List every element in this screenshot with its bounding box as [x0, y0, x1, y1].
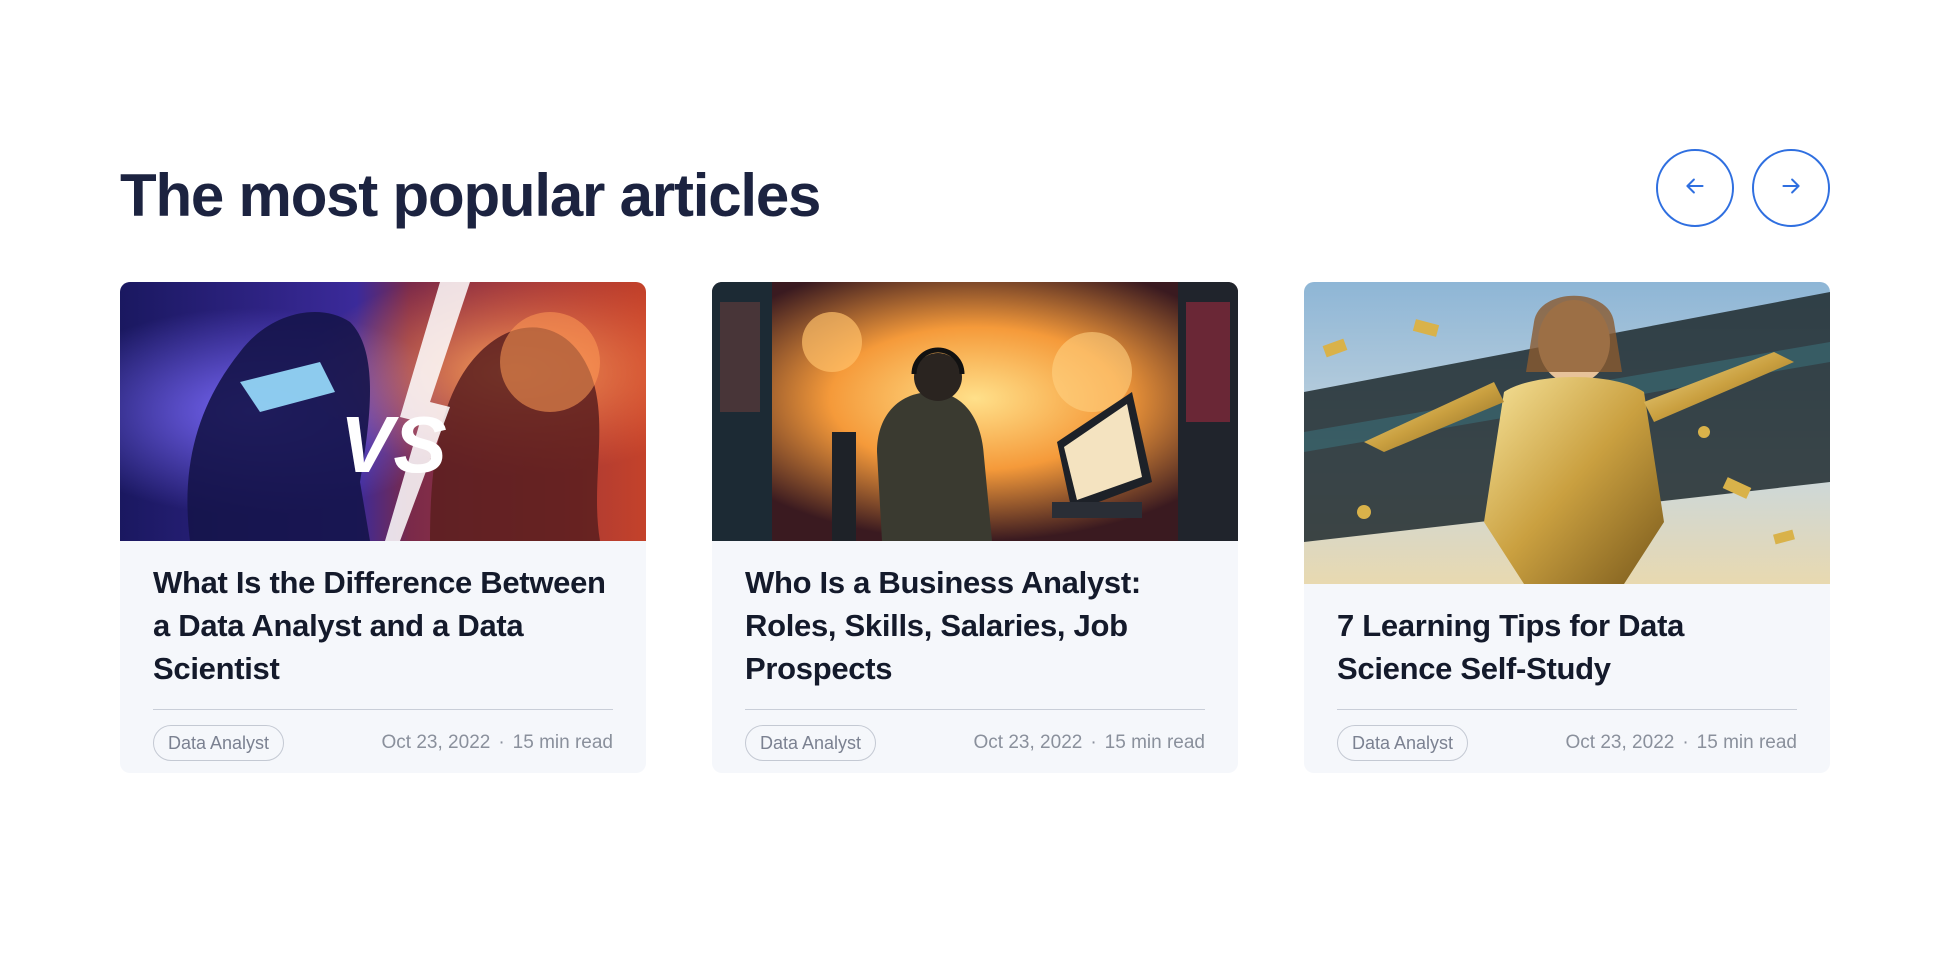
article-title[interactable]: What Is the Difference Between a Data An… [153, 561, 613, 690]
read-time: 15 min read [1104, 732, 1205, 753]
popular-articles-section: The most popular articles VS What Is the… [120, 0, 1830, 963]
article-image-golden-figure [1304, 282, 1830, 584]
next-button[interactable] [1752, 149, 1830, 227]
meta-separator: · [1682, 732, 1689, 753]
carousel-nav [1656, 149, 1830, 227]
article-image-robots-vs: VS [120, 282, 646, 541]
prev-button[interactable] [1656, 149, 1734, 227]
article-title[interactable]: 7 Learning Tips for Data Science Self-St… [1337, 604, 1797, 690]
divider [153, 709, 613, 710]
divider [745, 709, 1205, 710]
article-card[interactable]: Who Is a Business Analyst: Roles, Skills… [712, 282, 1238, 773]
vs-text: VS [340, 400, 447, 489]
meta-separator: · [1090, 732, 1097, 753]
category-tag[interactable]: Data Analyst [745, 725, 877, 761]
article-card[interactable]: 7 Learning Tips for Data Science Self-St… [1304, 282, 1830, 773]
article-meta: Data Analyst Oct 23, 2022 · 15 min read [745, 725, 1205, 761]
article-meta: Data Analyst Oct 23, 2022 · 15 min read [153, 725, 613, 761]
article-meta: Data Analyst Oct 23, 2022 · 15 min read [1337, 725, 1797, 761]
meta-separator: · [498, 732, 505, 753]
articles-list: VS What Is the Difference Between a Data… [120, 282, 1830, 773]
publish-date: Oct 23, 2022 [381, 732, 491, 753]
category-tag[interactable]: Data Analyst [153, 725, 285, 761]
article-image-analyst-at-computer [712, 282, 1238, 541]
arrow-left-icon [1682, 173, 1708, 204]
category-tag[interactable]: Data Analyst [1337, 725, 1469, 761]
read-time: 15 min read [512, 732, 613, 753]
section-title: The most popular articles [120, 162, 821, 229]
read-time: 15 min read [1696, 732, 1797, 753]
article-card[interactable]: VS What Is the Difference Between a Data… [120, 282, 646, 773]
publish-date: Oct 23, 2022 [1565, 732, 1675, 753]
publish-date: Oct 23, 2022 [973, 732, 1083, 753]
arrow-right-icon [1778, 173, 1804, 204]
article-title[interactable]: Who Is a Business Analyst: Roles, Skills… [745, 561, 1205, 690]
divider [1337, 709, 1797, 710]
